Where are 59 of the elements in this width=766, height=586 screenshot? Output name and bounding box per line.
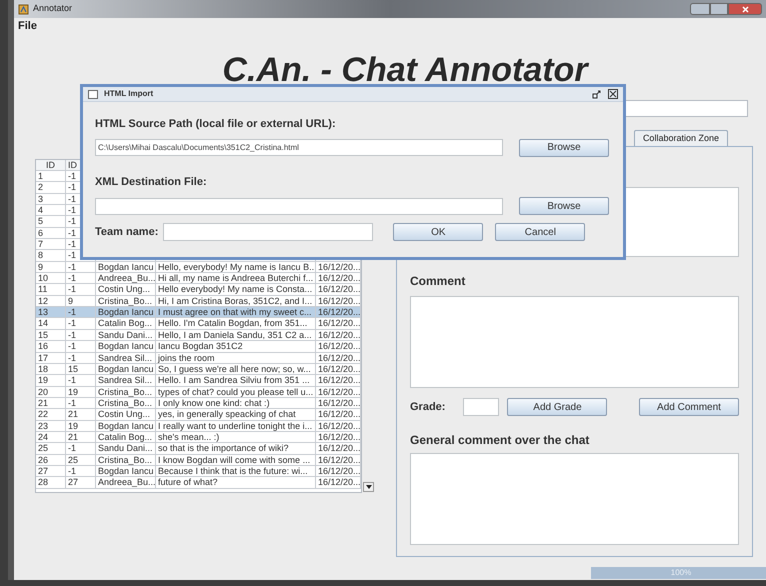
window-icon — [88, 90, 98, 98]
source-label: HTML Source Path (local file or external URL): — [95, 117, 337, 132]
menu-item[interactable]: File — [18, 18, 37, 35]
restore-icon[interactable] — [592, 90, 601, 98]
table-row[interactable]: 10 -1 Andreea_Bu... Hi all, my name is Andreea Buterchi f... 16/12/20... — [36, 273, 361, 284]
add-comment-button[interactable]: Add Comment — [639, 398, 739, 416]
table-cell: 16/12/20... — [316, 477, 361, 489]
table-row[interactable]: 24 21 Catalin Bog... she's mean... :) 16/12/20... — [36, 432, 361, 444]
browse-button[interactable]: Browse — [519, 197, 609, 215]
table-row[interactable]: 12 9 Cristina_Bo... Hi, I am Cristina Boras, 351C2, and I... 16/12/20... — [36, 296, 361, 308]
table-row[interactable]: 11 -1 Costin Ung... Hello everybody! My name is Consta... 16/12/20... — [36, 284, 361, 296]
cancel-button[interactable]: Cancel — [495, 223, 586, 241]
app-heading: C.An. - Chat Annotator — [222, 50, 588, 90]
app-icon — [18, 4, 29, 14]
table-row[interactable]: 17 -1 Sandrea Sil... joins the room 16/12/20... — [36, 352, 361, 364]
general-comment-label: General comment over the chat — [410, 432, 590, 449]
table-row[interactable]: 9 -1 Bogdan Iancu Hello, everybody! My name is Iancu B...16/12/20... — [36, 262, 361, 274]
general-comment-field[interactable] — [410, 453, 739, 545]
table-row[interactable]: 13 -1 Bogdan Iancu I must agree on that with my sweet c... 16/12/20... — [36, 307, 361, 318]
table-row[interactable]: 25 -1 Sandu Dani... so that is the importance of wiki? 16/12/20... — [36, 443, 361, 455]
destination-field[interactable] — [95, 198, 503, 214]
scrollbar[interactable] — [363, 482, 374, 492]
progress-reading: 100% — [670, 567, 692, 579]
table-row[interactable]: 21 -1 Cristina_Bo... I only know one kind: chat :) 16/12/20... — [36, 398, 361, 410]
table-row[interactable]: 15 -1 Sandu Dani... Hello, I am Daniela Sandu, 351 C2 a... 16/12/20... — [36, 330, 361, 342]
team-name-field[interactable] — [163, 223, 374, 241]
dialog-title: HTML Import — [104, 88, 154, 100]
grade-label: Grade: — [410, 400, 446, 415]
ok-button[interactable]: OK — [393, 223, 484, 241]
close-icon — [742, 6, 748, 12]
table-row[interactable]: 19 -1 Sandrea Sil... Hello. I am Sandrea Silviu from 351 ... 16/12/20... — [36, 375, 361, 387]
browse-button[interactable]: Browse — [519, 138, 609, 156]
close-button[interactable] — [728, 3, 762, 15]
table-cell: future of what? — [156, 477, 316, 489]
grade-field[interactable] — [463, 398, 500, 416]
table-cell: Andreea_Bu... — [96, 477, 156, 489]
destination-label: XML Destination File: — [95, 174, 208, 190]
table-row[interactable]: 18 15 Bogdan Iancu So, I guess we're all here now; so, w... 16/12/20... — [36, 364, 361, 376]
table-row[interactable]: 28 27 Andreea_Bu... future of what? 16/12/20... — [36, 477, 361, 489]
table-row[interactable]: 16 -1 Bogdan Iancu Iancu Bogdan 351C2 16/12/20... — [36, 341, 361, 352]
table-row[interactable]: 23 19 Bogdan Iancu I really want to underline tonight the i... 16/12/20... — [36, 420, 361, 432]
source-path-field[interactable]: C:\Users\Mihai Dascalu\Documents\351C2_Cristina.html — [95, 139, 503, 156]
close-icon[interactable] — [608, 89, 618, 99]
table-row[interactable]: 26 25 Cristina_Bo... I know Bogdan will come with some ... 16/12/20... — [36, 454, 361, 466]
window-title: Annotator — [33, 2, 72, 16]
table-row[interactable]: 22 21 Costin Ung... yes, in generally speacking of chat 16/12/20... — [36, 409, 361, 421]
down-arrow-icon — [366, 485, 372, 489]
table-cell: 28 — [36, 477, 66, 489]
minimize-button[interactable] — [690, 3, 710, 15]
tab[interactable]: Collaboration Zone — [634, 130, 728, 146]
comment-field[interactable] — [410, 296, 739, 388]
team-name-label: Team name: — [95, 224, 158, 240]
maximize-button[interactable] — [710, 3, 728, 15]
add-grade-button[interactable]: Add Grade — [507, 398, 608, 416]
table-cell: 27 — [66, 477, 96, 489]
table-row[interactable]: 27 -1 Bogdan Iancu Because I think that is the future: wi... 16/12/20... — [36, 466, 361, 478]
table-row[interactable]: 14 -1 Catalin Bog... Hello. I'm Catalin Bogdan, from 351... 16/12/20... — [36, 318, 361, 330]
comment-label: Comment — [410, 273, 466, 290]
table-row[interactable]: 20 19 Cristina_Bo... types of chat? could you please tell u... 16/12/20... — [36, 386, 361, 398]
